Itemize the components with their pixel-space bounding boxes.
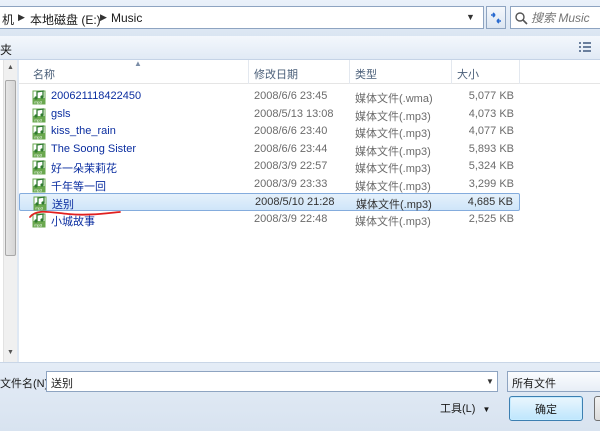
file-name: kiss_the_rain <box>51 125 116 137</box>
filename-dropdown-icon[interactable]: ▼ <box>486 377 494 386</box>
file-date: 2008/5/10 21:28 <box>255 196 335 208</box>
svg-text:mp3: mp3 <box>34 117 43 122</box>
navigation-scrollbar[interactable]: ▲ ▼ <box>3 60 17 362</box>
file-size: 5,893 KB <box>468 142 514 155</box>
tools-button[interactable]: 工具(L) ▼ <box>440 400 490 416</box>
chevron-down-icon: ▼ <box>482 405 491 414</box>
scroll-up-icon[interactable]: ▲ <box>7 64 14 71</box>
file-type: 媒体文件(.mp3) <box>355 180 431 193</box>
music-file-icon: mp3 <box>32 159 48 175</box>
svg-text:mp3: mp3 <box>34 187 43 192</box>
sort-ascending-icon: ▲ <box>134 59 142 68</box>
file-type: 媒体文件(.mp3) <box>355 215 431 228</box>
file-row[interactable]: mp3 The Soong Sister 2008/6/6 23:44 媒体文件(.m… <box>19 141 520 159</box>
address-dropdown-icon[interactable]: ▼ <box>466 12 475 22</box>
address-bar-row: 机 ▶ 本地磁盘 (E:) ▶ Music ▼ <box>0 0 600 36</box>
file-date: 2008/3/9 23:33 <box>254 177 328 190</box>
file-type: 媒体文件(.mp3) <box>355 110 431 123</box>
music-file-icon: mp3 <box>32 89 48 105</box>
file-row[interactable]: mp3 gsls 2008/5/13 13:08 媒体文件(.mp3) 4,073 KB <box>19 106 520 124</box>
file-type: 媒体文件(.mp3) <box>355 128 431 140</box>
filetype-select[interactable]: 所有文件 <box>507 371 600 392</box>
dialog-footer: 文件名(N): 送别 ▼ 所有文件 工具(L) ▼ 确定 <box>0 362 600 431</box>
music-file-icon: mp3 <box>32 177 48 193</box>
column-header-row: ▲ 名称 修改日期 类型 大小 <box>19 59 600 84</box>
music-file-icon: mp3 <box>32 142 48 158</box>
toolbar-new-folder-label[interactable]: 夹 <box>0 41 12 58</box>
chevron-right-icon[interactable]: ▶ <box>18 12 25 23</box>
file-date: 2008/6/6 23:40 <box>254 125 328 137</box>
breadcrumb-drive-e[interactable]: 本地磁盘 (E:) <box>30 11 101 28</box>
refresh-button[interactable] <box>486 6 506 29</box>
file-date: 2008/6/6 23:44 <box>254 142 328 155</box>
filename-label: 文件名(N): <box>0 378 52 390</box>
red-annotation-underline <box>29 210 121 218</box>
file-name: The Soong Sister <box>51 142 136 155</box>
file-date: 2008/3/9 22:57 <box>254 160 328 172</box>
file-name: 200621118422450 <box>51 90 142 102</box>
file-size: 5,077 KB <box>468 90 514 102</box>
column-divider[interactable] <box>349 60 350 84</box>
scrollbar-thumb[interactable] <box>5 80 16 256</box>
chevron-right-icon[interactable]: ▶ <box>100 12 107 23</box>
file-date: 2008/3/9 22:48 <box>254 212 328 225</box>
column-divider[interactable] <box>451 60 452 84</box>
column-header-name[interactable]: 名称 <box>33 66 55 82</box>
file-row[interactable]: mp3 200621118422450 2008/6/6 23:45 媒体文件(.wm… <box>19 88 520 106</box>
svg-text:mp3: mp3 <box>34 99 43 104</box>
svg-text:mp3: mp3 <box>34 222 43 227</box>
file-row[interactable]: mp3 好一朵茉莉花 2008/3/9 22:57 媒体文件(.mp3) 5,324 K… <box>19 158 520 176</box>
music-file-icon: mp3 <box>32 124 48 140</box>
refresh-icon <box>491 11 501 24</box>
file-date: 2008/5/13 13:08 <box>254 107 334 120</box>
view-options-icon[interactable] <box>579 42 591 53</box>
file-type: 媒体文件(.mp3) <box>355 163 431 175</box>
svg-text:mp3: mp3 <box>34 134 43 139</box>
file-size: 5,324 KB <box>468 160 514 172</box>
file-type: 媒体文件(.mp3) <box>355 145 431 158</box>
file-name: gsls <box>51 107 71 120</box>
search-input[interactable] <box>531 9 599 26</box>
search-box[interactable] <box>510 6 600 29</box>
file-size: 4,073 KB <box>468 107 514 120</box>
breadcrumb-music[interactable]: Music <box>111 11 142 25</box>
column-divider[interactable] <box>519 60 520 84</box>
cancel-button[interactable] <box>594 396 600 421</box>
file-name: 好一朵茉莉花 <box>51 163 117 175</box>
file-row[interactable]: mp3 千年等一回 2008/3/9 23:33 媒体文件(.mp3) 3,299 KB <box>19 176 520 194</box>
file-size: 3,299 KB <box>468 177 514 190</box>
scroll-down-icon[interactable]: ▼ <box>7 349 14 356</box>
column-header-date[interactable]: 修改日期 <box>254 66 298 82</box>
search-icon <box>515 12 528 25</box>
svg-text:mp3: mp3 <box>34 152 43 157</box>
address-bar[interactable]: 机 ▶ 本地磁盘 (E:) ▶ Music ▼ <box>0 6 484 29</box>
file-type: 媒体文件(.wma) <box>355 93 433 105</box>
file-size: 4,685 KB <box>467 196 513 208</box>
tools-label: 工具(L) <box>440 403 476 415</box>
music-file-icon: mp3 <box>32 107 48 123</box>
ok-button[interactable]: 确定 <box>509 396 583 421</box>
file-size: 2,525 KB <box>468 212 514 225</box>
breadcrumb-computer[interactable]: 机 <box>2 11 14 28</box>
file-size: 4,077 KB <box>468 125 514 137</box>
column-divider[interactable] <box>248 60 249 84</box>
column-header-type[interactable]: 类型 <box>355 66 377 82</box>
column-header-size[interactable]: 大小 <box>457 66 479 82</box>
toolbar: 夹 <box>0 36 600 60</box>
file-date: 2008/6/6 23:45 <box>254 90 328 102</box>
svg-text:mp3: mp3 <box>34 169 43 174</box>
filename-input[interactable]: 送别 <box>46 371 498 392</box>
file-row[interactable]: mp3 kiss_the_rain 2008/6/6 23:40 媒体文件(.mp3)… <box>19 123 520 141</box>
file-name: 千年等一回 <box>51 180 106 193</box>
ok-label: 确定 <box>535 403 557 416</box>
